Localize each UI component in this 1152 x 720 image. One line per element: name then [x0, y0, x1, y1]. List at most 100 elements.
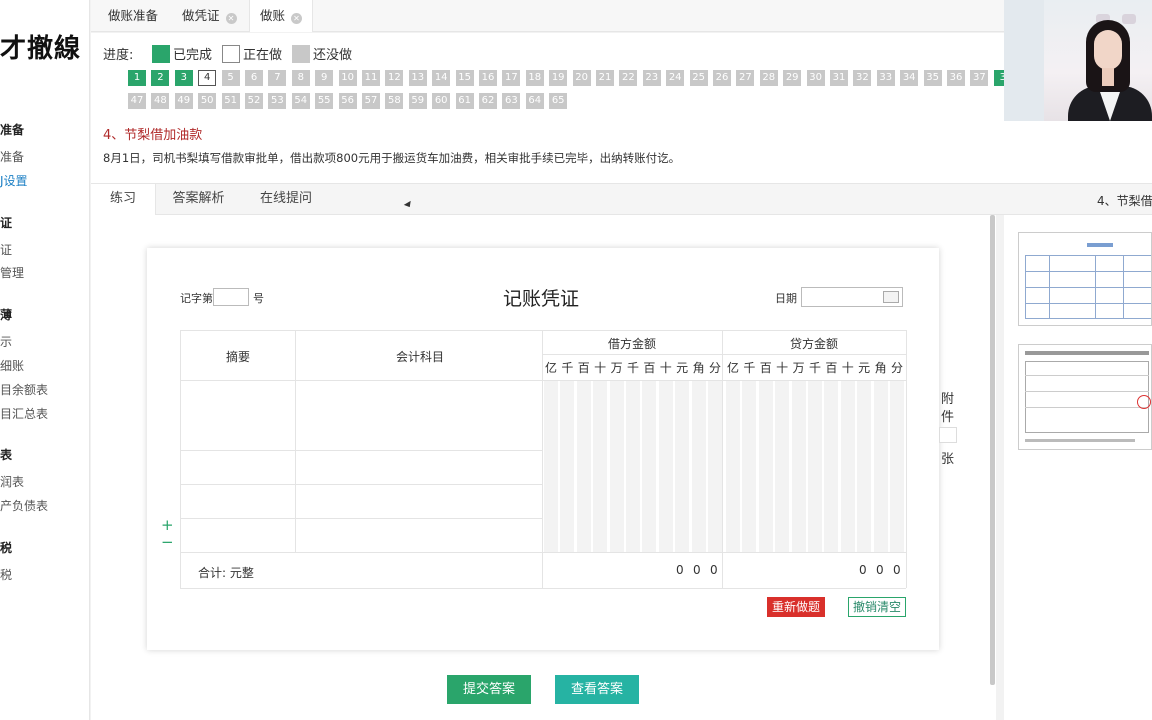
question-number-61[interactable]: 61 — [455, 93, 474, 109]
question-number-8[interactable]: 8 — [291, 70, 310, 86]
question-number-63[interactable]: 63 — [502, 93, 521, 109]
date-input[interactable] — [801, 287, 903, 307]
question-number-23[interactable]: 23 — [642, 70, 661, 86]
question-number-1[interactable]: 1 — [128, 70, 146, 86]
close-icon[interactable]: ✕ — [225, 13, 237, 24]
debit-digit-column[interactable] — [708, 381, 722, 552]
view-answer-button[interactable]: 查看答案 — [555, 675, 639, 704]
question-number-48[interactable]: 48 — [151, 93, 170, 109]
question-number-26[interactable]: 26 — [713, 70, 731, 86]
account-cell-row-4[interactable] — [296, 519, 541, 551]
question-number-3[interactable]: 3 — [174, 70, 193, 86]
question-number-15[interactable]: 15 — [455, 70, 474, 86]
debit-digit-column[interactable] — [593, 381, 608, 552]
question-number-12[interactable]: 12 — [385, 70, 404, 86]
tab-prep[interactable]: 做账准备 — [98, 0, 168, 32]
question-number-13[interactable]: 13 — [408, 70, 427, 86]
tab-practice[interactable]: 练习 — [91, 184, 156, 215]
voucher-number-input[interactable] — [213, 288, 249, 306]
credit-digit-column[interactable] — [791, 381, 806, 552]
question-number-34[interactable]: 34 — [900, 70, 919, 86]
debit-digit-column[interactable] — [658, 381, 673, 552]
question-number-51[interactable]: 51 — [221, 93, 240, 109]
question-number-52[interactable]: 52 — [245, 93, 263, 109]
credit-digit-column[interactable] — [742, 381, 757, 552]
account-cell-row-1[interactable] — [296, 381, 541, 449]
sidebar-item-ledger[interactable]: 细账 — [0, 357, 24, 374]
account-cell-row-2[interactable] — [296, 451, 541, 483]
sidebar-item-books-1[interactable]: 示 — [0, 333, 12, 350]
question-number-37[interactable]: 37 — [970, 70, 989, 86]
sidebar-item-balance-sheet[interactable]: 产负债表 — [0, 497, 48, 514]
summary-cell-row-4[interactable] — [181, 519, 294, 551]
debit-digit-column[interactable] — [560, 381, 575, 552]
credit-digit-column[interactable] — [824, 381, 839, 552]
question-number-59[interactable]: 59 — [408, 93, 427, 109]
question-number-2[interactable]: 2 — [151, 70, 170, 86]
question-number-9[interactable]: 9 — [315, 70, 334, 86]
question-number-18[interactable]: 18 — [525, 70, 544, 86]
sidebar-item-setup[interactable]: J设置 — [0, 172, 28, 189]
credit-digit-column[interactable] — [758, 381, 773, 552]
question-number-28[interactable]: 28 — [759, 70, 778, 86]
debit-digit-column[interactable] — [544, 381, 558, 552]
sidebar-item-income[interactable]: 润表 — [0, 473, 24, 490]
question-number-57[interactable]: 57 — [362, 93, 380, 109]
question-number-11[interactable]: 11 — [362, 70, 380, 86]
scrollbar[interactable] — [990, 215, 995, 685]
credit-digit-column[interactable] — [857, 381, 872, 552]
sidebar-item-tax[interactable]: 税 — [0, 566, 12, 583]
sidebar-item-balance[interactable]: 目余额表 — [0, 381, 48, 398]
question-number-35[interactable]: 35 — [923, 70, 942, 86]
debit-digit-column[interactable] — [576, 381, 591, 552]
submit-answer-button[interactable]: 提交答案 — [447, 675, 531, 704]
question-number-64[interactable]: 64 — [525, 93, 544, 109]
question-number-56[interactable]: 56 — [338, 93, 357, 109]
credit-digit-column[interactable] — [726, 381, 740, 552]
debit-digit-column[interactable] — [691, 381, 706, 552]
question-number-49[interactable]: 49 — [174, 93, 193, 109]
question-number-7[interactable]: 7 — [268, 70, 287, 86]
question-number-55[interactable]: 55 — [315, 93, 334, 109]
remove-row-icon[interactable]: − — [161, 535, 174, 550]
question-number-10[interactable]: 10 — [338, 70, 357, 86]
credit-digit-column[interactable] — [890, 381, 904, 552]
tab-online-question[interactable]: 在线提问 — [246, 184, 326, 215]
question-number-14[interactable]: 14 — [432, 70, 451, 86]
question-number-31[interactable]: 31 — [830, 70, 848, 86]
question-number-27[interactable]: 27 — [736, 70, 755, 86]
summary-cell-row-2[interactable] — [181, 451, 294, 483]
question-number-36[interactable]: 36 — [947, 70, 965, 86]
question-number-50[interactable]: 50 — [198, 93, 217, 109]
clear-button[interactable]: 撤销清空 — [848, 597, 906, 617]
attachment-count-input[interactable] — [939, 427, 957, 443]
question-number-21[interactable]: 21 — [596, 70, 614, 86]
summary-cell-row-3[interactable] — [181, 485, 294, 517]
question-number-29[interactable]: 29 — [783, 70, 802, 86]
question-number-60[interactable]: 60 — [432, 93, 451, 109]
redo-button[interactable]: 重新做题 — [767, 597, 825, 617]
question-number-17[interactable]: 17 — [502, 70, 521, 86]
question-number-20[interactable]: 20 — [572, 70, 591, 86]
credit-digit-column[interactable] — [873, 381, 888, 552]
credit-digit-column[interactable] — [808, 381, 822, 552]
sidebar-item-summary[interactable]: 目汇总表 — [0, 405, 48, 422]
question-number-58[interactable]: 58 — [385, 93, 404, 109]
account-cell-row-3[interactable] — [296, 485, 541, 517]
credit-digit-column[interactable] — [840, 381, 855, 552]
tab-voucher[interactable]: 做凭证 ✕ — [172, 0, 247, 32]
tab-accounting[interactable]: 做账 ✕ — [249, 0, 314, 32]
question-number-6[interactable]: 6 — [245, 70, 263, 86]
tab-answer-analysis[interactable]: 答案解析 — [161, 184, 236, 215]
sidebar-item-prep[interactable]: 准备 — [0, 148, 24, 165]
question-number-19[interactable]: 19 — [549, 70, 568, 86]
question-number-16[interactable]: 16 — [479, 70, 497, 86]
question-number-25[interactable]: 25 — [689, 70, 708, 86]
attachment-thumbnail-bank-receipt[interactable] — [1018, 344, 1152, 450]
question-number-32[interactable]: 32 — [853, 70, 872, 86]
debit-digit-column[interactable] — [626, 381, 640, 552]
question-number-54[interactable]: 54 — [291, 93, 310, 109]
question-number-30[interactable]: 30 — [806, 70, 825, 86]
sidebar-item-voucher-manage[interactable]: 管理 — [0, 264, 24, 281]
question-number-33[interactable]: 33 — [876, 70, 895, 86]
